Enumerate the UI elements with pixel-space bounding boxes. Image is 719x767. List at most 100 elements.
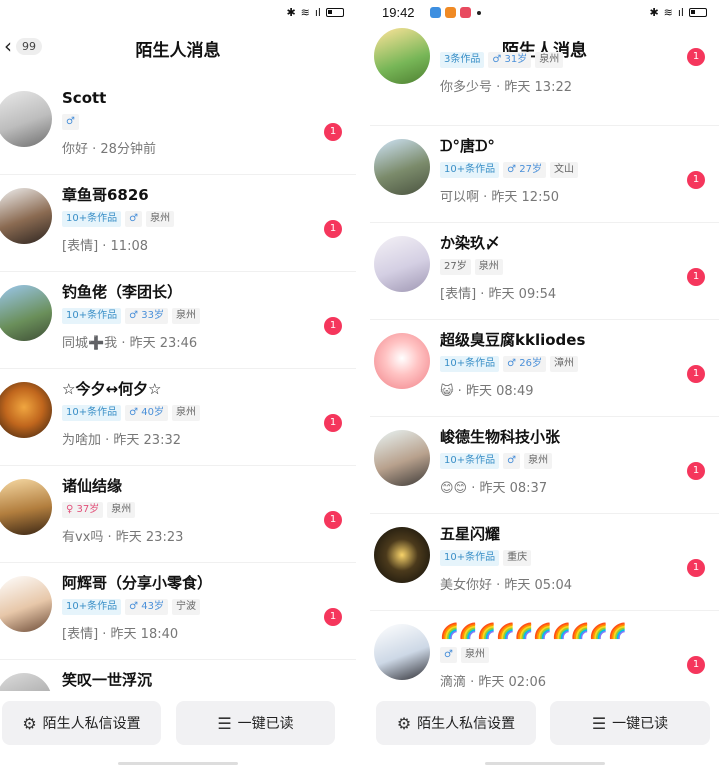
profile-tags: 10+条作品 ♂ 43岁 宁波 xyxy=(62,599,316,615)
avatar[interactable] xyxy=(0,188,52,244)
battery-icon xyxy=(689,8,707,17)
profile-tags: 10+条作品 重庆 xyxy=(440,550,679,566)
message-preview: 同城➕我 · 昨天 23:46 xyxy=(62,336,198,351)
message-preview: 滴滴 · 昨天 02:06 xyxy=(440,675,546,690)
conversation-body: 钓鱼佬（李团长） 10+条作品 ♂ 33岁 泉州 同城➕我 · 昨天 23:46 xyxy=(62,282,316,351)
gender-age-tag: ♂ 27岁 xyxy=(503,162,546,178)
gear-icon: ⚙ xyxy=(22,713,37,733)
works-count-tag: 10+条作品 xyxy=(62,211,122,227)
info-tag: 泉州 xyxy=(171,308,200,324)
unread-badge: 1 xyxy=(324,317,342,335)
screenshot-composite: ✱ ≋ ıl ‹ 99 陌生人消息 Scott ♂ 你好 · 28分钟前 1 章鱼哥68… xyxy=(0,0,719,767)
avatar[interactable] xyxy=(374,236,430,292)
conversation-row[interactable]: 3条作品 ♂ 31岁 泉州 你多少号 · 昨天 13:22 1 xyxy=(370,28,719,126)
info-tag: 文山 xyxy=(549,162,578,178)
signal-icon: ıl xyxy=(314,6,321,19)
contact-name: 笑叹一世浮沉 xyxy=(62,671,153,689)
contact-name: 诸仙结缘 xyxy=(62,477,123,495)
works-count-tag: 10+条作品 xyxy=(62,405,122,421)
conversation-row[interactable]: 超级臭豆腐kkliodes 10+条作品 ♂ 26岁 漳州 😺 · 昨天 08:49 1 xyxy=(370,320,719,417)
works-count-tag: 10+条作品 xyxy=(440,453,500,469)
avatar[interactable] xyxy=(0,479,52,535)
contact-name: Scott xyxy=(62,89,107,107)
contact-name: 🌈🌈🌈🌈🌈🌈🌈🌈🌈🌈 xyxy=(440,622,627,640)
unread-badge: 1 xyxy=(687,462,705,480)
avatar[interactable] xyxy=(374,624,430,680)
stranger-dm-settings-button[interactable]: ⚙ 陌生人私信设置 xyxy=(376,701,536,745)
avatar[interactable] xyxy=(374,28,430,84)
message-preview: [表情] · 昨天 09:54 xyxy=(440,287,557,302)
unread-badge: 1 xyxy=(687,559,705,577)
bottom-action-bar: ⚙ 陌生人私信设置 ☰ 一键已读 xyxy=(0,691,356,767)
conversation-row[interactable]: 五星闪耀 10+条作品 重庆 美女你好 · 昨天 05:04 1 xyxy=(370,514,719,611)
conversation-body: 3条作品 ♂ 31岁 泉州 你多少号 · 昨天 13:22 xyxy=(440,46,679,95)
gender-age-tag: ♂ xyxy=(62,114,79,130)
conversation-body: ☆今夕↔何夕☆ 10+条作品 ♂ 40岁 泉州 为啥加 · 昨天 23:32 xyxy=(62,379,316,448)
avatar[interactable] xyxy=(0,576,52,632)
bluetooth-icon: ✱ xyxy=(286,6,296,19)
avatar[interactable] xyxy=(374,527,430,583)
message-preview: 可以啊 · 昨天 12:50 xyxy=(440,190,559,205)
unread-badge: 1 xyxy=(687,268,705,286)
unread-badge: 1 xyxy=(687,48,705,66)
unread-badge: 1 xyxy=(687,656,705,674)
works-count-tag: 10+条作品 xyxy=(62,599,122,615)
conversation-row[interactable]: 峻德生物科技小张 10+条作品 ♂ 泉州 😊😊 · 昨天 08:37 1 xyxy=(370,417,719,514)
panel-gap xyxy=(356,0,370,767)
profile-tags: 10+条作品 ♂ 33岁 泉州 xyxy=(62,308,316,324)
conversation-row[interactable]: ᗪ°唐ᗪ° 10+条作品 ♂ 27岁 文山 可以啊 · 昨天 12:50 1 xyxy=(370,126,719,223)
contact-name: 钓鱼佬（李团长） xyxy=(62,283,183,301)
avatar[interactable] xyxy=(374,139,430,195)
unread-badge: 1 xyxy=(324,123,342,141)
more-notifications-dot xyxy=(477,10,481,15)
avatar[interactable] xyxy=(0,285,52,341)
works-count-tag: 10+条作品 xyxy=(440,550,500,566)
avatar[interactable] xyxy=(374,333,430,389)
avatar[interactable] xyxy=(374,430,430,486)
unread-badge: 1 xyxy=(324,608,342,626)
gender-age-tag: ♂ 40岁 xyxy=(125,405,168,421)
profile-tags: 10+条作品 ♂ 26岁 漳州 xyxy=(440,356,679,372)
info-tag: 泉州 xyxy=(107,502,136,518)
conversation-body: か染玖〆 27岁 泉州 [表情] · 昨天 09:54 xyxy=(440,233,679,302)
conversation-row[interactable]: 章鱼哥6826 10+条作品 ♂ 泉州 [表情] · 11:08 1 xyxy=(0,175,356,272)
conversation-body: Scott ♂ 你好 · 28分钟前 xyxy=(62,88,316,157)
status-bar: ✱ ≋ ıl xyxy=(0,0,356,26)
settings-button-label: 陌生人私信设置 xyxy=(42,716,141,732)
bluetooth-icon: ✱ xyxy=(649,6,659,19)
gender-age-tag: ♀ 37岁 xyxy=(62,502,104,518)
contact-name: 阿辉哥（分享小零食） xyxy=(62,574,213,592)
mark-all-read-button[interactable]: ☰ 一键已读 xyxy=(176,701,335,745)
conversation-row[interactable]: 钓鱼佬（李团长） 10+条作品 ♂ 33岁 泉州 同城➕我 · 昨天 23:46 1 xyxy=(0,272,356,369)
conversation-row[interactable]: 阿辉哥（分享小零食） 10+条作品 ♂ 43岁 宁波 [表情] · 昨天 18:40 1 xyxy=(0,563,356,660)
profile-tags: ♂ xyxy=(62,114,316,130)
profile-tags: ♂ 泉州 xyxy=(440,647,679,663)
profile-tags: 10+条作品 ♂ 泉州 xyxy=(62,211,316,227)
avatar[interactable] xyxy=(0,382,52,438)
contact-name: か染玖〆 xyxy=(440,234,501,252)
contact-name: ᗪ°唐ᗪ° xyxy=(440,137,495,155)
conversation-body: 阿辉哥（分享小零食） 10+条作品 ♂ 43岁 宁波 [表情] · 昨天 18:40 xyxy=(62,573,316,642)
wifi-icon: ≋ xyxy=(300,6,310,19)
contact-name: 超级臭豆腐kkliodes xyxy=(440,331,586,349)
works-count-tag: 10+条作品 xyxy=(440,162,500,178)
conversation-row[interactable]: ☆今夕↔何夕☆ 10+条作品 ♂ 40岁 泉州 为啥加 · 昨天 23:32 1 xyxy=(0,369,356,466)
home-indicator xyxy=(484,762,605,765)
read-all-button-label: 一键已读 xyxy=(612,716,669,732)
avatar[interactable] xyxy=(0,91,52,147)
conversation-row[interactable]: Scott ♂ 你好 · 28分钟前 1 xyxy=(0,78,356,175)
gender-age-tag: ♂ 26岁 xyxy=(503,356,546,372)
conversation-body: 超级臭豆腐kkliodes 10+条作品 ♂ 26岁 漳州 😺 · 昨天 08:49 xyxy=(440,330,679,399)
message-preview: 你好 · 28分钟前 xyxy=(62,142,156,157)
mark-all-read-button[interactable]: ☰ 一键已读 xyxy=(550,701,710,745)
message-preview: [表情] · 11:08 xyxy=(62,239,149,254)
conversation-row[interactable]: 诸仙结缘 ♀ 37岁 泉州 有vx吗 · 昨天 23:23 1 xyxy=(0,466,356,563)
stranger-dm-settings-button[interactable]: ⚙ 陌生人私信设置 xyxy=(2,701,161,745)
profile-tags: 3条作品 ♂ 31岁 泉州 xyxy=(440,52,679,68)
works-count-tag: 10+条作品 xyxy=(440,356,500,372)
gender-age-tag: ♂ 43岁 xyxy=(125,599,168,615)
info-tag: 重庆 xyxy=(503,550,532,566)
conversation-row[interactable]: か染玖〆 27岁 泉州 [表情] · 昨天 09:54 1 xyxy=(370,223,719,320)
message-preview: 😺 · 昨天 08:49 xyxy=(440,384,534,399)
read-all-icon: ☰ xyxy=(217,713,232,733)
